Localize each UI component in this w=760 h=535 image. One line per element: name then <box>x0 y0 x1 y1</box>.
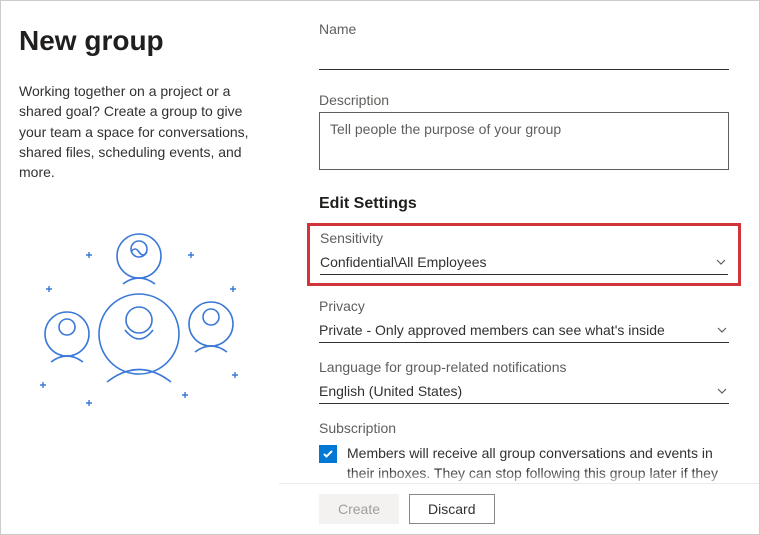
name-field-group: Name <box>319 21 729 70</box>
language-value: English (United States) <box>319 383 462 399</box>
privacy-label: Privacy <box>319 298 729 314</box>
people-illustration <box>19 222 259 412</box>
left-pane: New group Working together on a project … <box>1 1 279 534</box>
subscription-label: Subscription <box>319 420 729 436</box>
privacy-field-group: Privacy Private - Only approved members … <box>319 298 729 343</box>
name-label: Name <box>319 21 729 37</box>
button-bar: Create Discard <box>279 483 759 534</box>
privacy-value: Private - Only approved members can see … <box>319 322 665 338</box>
language-label: Language for group-related notifications <box>319 359 729 375</box>
sensitivity-label: Sensitivity <box>320 230 728 246</box>
sensitivity-select[interactable]: Confidential\All Employees <box>320 250 728 275</box>
description-field-group: Description <box>319 92 729 173</box>
edit-settings-heading: Edit Settings <box>319 195 729 213</box>
description-textarea[interactable] <box>319 112 729 170</box>
form-pane: Name Description Edit Settings Sensitivi… <box>279 1 759 534</box>
discard-button[interactable]: Discard <box>409 494 494 524</box>
chevron-down-icon <box>715 323 729 337</box>
language-field-group: Language for group-related notifications… <box>319 359 729 404</box>
sensitivity-highlight: Sensitivity Confidential\All Employees <box>307 223 741 286</box>
description-label: Description <box>319 92 729 108</box>
language-select[interactable]: English (United States) <box>319 379 729 404</box>
subscription-field-group: Subscription Members will receive all gr… <box>319 420 729 483</box>
page-description: Working together on a project or a share… <box>19 81 259 182</box>
sensitivity-value: Confidential\All Employees <box>320 254 487 270</box>
name-input[interactable] <box>319 41 729 70</box>
subscription-checkbox[interactable] <box>319 445 337 463</box>
chevron-down-icon <box>714 255 728 269</box>
create-button[interactable]: Create <box>319 494 399 524</box>
privacy-select[interactable]: Private - Only approved members can see … <box>319 318 729 343</box>
page-title: New group <box>19 25 259 57</box>
chevron-down-icon <box>715 384 729 398</box>
subscription-text: Members will receive all group conversat… <box>347 444 729 483</box>
